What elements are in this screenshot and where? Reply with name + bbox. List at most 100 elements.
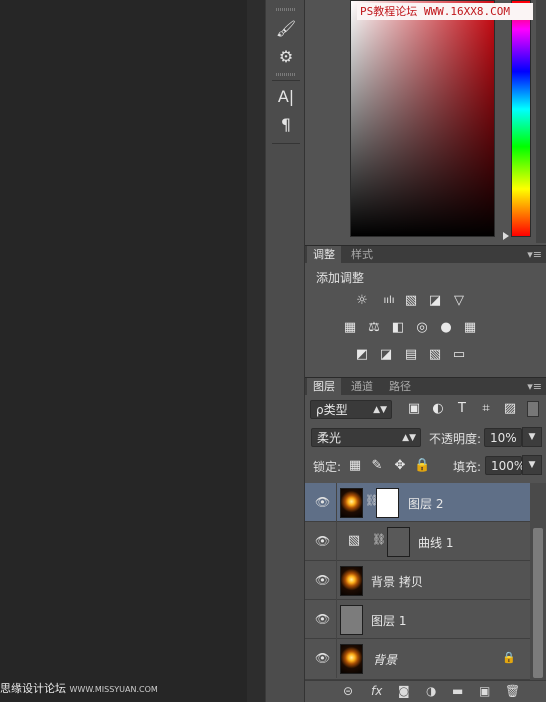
brightness-contrast-icon[interactable]: ☼ [354, 294, 370, 308]
tab-paths[interactable]: 路径 [383, 378, 417, 395]
layer-row[interactable]: 👁 ▧ ⛓ 曲线 1 [305, 522, 530, 561]
link-icon[interactable]: ⊝ [343, 684, 353, 698]
vibrance-icon[interactable]: ▽ [451, 294, 467, 308]
trash-icon[interactable]: 🗑 [505, 684, 520, 698]
layer-mask-thumbnail[interactable] [376, 488, 399, 518]
dock-grip[interactable] [276, 73, 296, 76]
chevron-down-icon: ▲▼ [373, 405, 387, 415]
layer-row[interactable]: 👁 背景 🔒 [305, 639, 530, 680]
layer-thumbnail [340, 566, 363, 596]
tab-layers[interactable]: 图层 [307, 378, 341, 395]
black-white-icon[interactable]: ◧ [390, 321, 406, 335]
group-icon[interactable]: ▬ [452, 684, 463, 698]
curves-adjustment-icon: ▧ [347, 533, 361, 548]
lock-transparent-icon[interactable]: ▦ [347, 459, 363, 473]
eye-icon[interactable]: 👁 [315, 495, 330, 509]
exposure-icon[interactable]: ◪ [427, 294, 443, 308]
opacity-dropdown-button[interactable]: ▼ [522, 427, 542, 447]
gradient-map-icon[interactable]: ▭ [451, 348, 467, 362]
tab-channels[interactable]: 通道 [345, 378, 379, 395]
hue-slider-marker[interactable] [503, 232, 509, 240]
filter-toggle-icon[interactable] [527, 401, 539, 417]
color-panel-scrollbar[interactable] [536, 0, 546, 243]
panel-menu-icon[interactable]: ▾≡ [527, 378, 542, 395]
hue-slider[interactable] [511, 0, 531, 237]
layer-name[interactable]: 曲线 1 [418, 534, 453, 551]
layer-row[interactable]: 👁 背景 拷贝 [305, 561, 530, 600]
eye-icon[interactable]: 👁 [315, 651, 330, 665]
chain-link-icon[interactable]: ⛓ [372, 533, 386, 546]
watermark-top: PS教程论坛 WWW.16XX8.COM [357, 3, 533, 20]
adjustment-filter-icon[interactable]: ◐ [430, 402, 446, 416]
opacity-input[interactable]: 10% [484, 428, 522, 447]
fill-value: 100% [491, 459, 526, 473]
layer-name[interactable]: 图层 1 [371, 612, 406, 629]
watermark-cn: 思缘设计论坛 [0, 682, 66, 695]
threshold-icon[interactable]: ▤ [403, 348, 419, 362]
layers-scrollbar-thumb[interactable] [533, 528, 543, 678]
document-canvas[interactable] [0, 0, 247, 702]
color-saturation-field[interactable] [350, 0, 495, 237]
tab-styles[interactable]: 样式 [345, 246, 379, 263]
layer-name[interactable]: 背景 [373, 651, 397, 668]
color-lookup-icon[interactable]: ▦ [462, 321, 478, 335]
hue-saturation-icon[interactable]: ▦ [342, 321, 358, 335]
layer-thumbnail [340, 644, 363, 674]
watermark-bottom: 思缘设计论坛 WWW.MISSYUAN.COM [0, 680, 158, 696]
panel-dock-strip: 🖌 ⚙ A| ¶ [265, 0, 305, 702]
mask-icon[interactable]: ◙ [398, 684, 410, 698]
eye-icon[interactable]: 👁 [315, 612, 330, 626]
fill-input[interactable]: 100% [485, 456, 526, 475]
opacity-value: 10% [490, 431, 517, 445]
levels-icon[interactable]: ıılı [378, 294, 400, 308]
invert-icon[interactable]: ◩ [354, 348, 370, 362]
layer-filter-select[interactable]: ρ类型 ▲▼ [310, 400, 392, 419]
adjustments-title: 添加调整 [316, 271, 365, 285]
eye-icon[interactable]: 👁 [315, 573, 330, 587]
divider [336, 522, 337, 561]
lock-icon: 🔒 [502, 651, 516, 664]
tab-adjustments[interactable]: 调整 [307, 246, 341, 263]
new-layer-icon[interactable]: ▣ [479, 684, 490, 698]
photo-filter-icon[interactable]: ◎ [414, 321, 430, 335]
divider [272, 143, 300, 144]
divider [336, 600, 337, 639]
layer-name[interactable]: 图层 2 [408, 495, 443, 512]
layer-mask-thumbnail[interactable] [387, 527, 410, 557]
paragraph-icon[interactable]: ¶ [274, 114, 298, 136]
lock-all-icon[interactable]: 🔒 [414, 459, 430, 473]
shape-filter-icon[interactable]: ⌗ [478, 402, 494, 416]
chevron-down-icon: ▲▼ [402, 433, 416, 443]
layer-row[interactable]: 👁 ⛓ 图层 2 [305, 483, 530, 522]
filter-label: ρ类型 [316, 403, 348, 417]
panel-menu-icon[interactable]: ▾≡ [527, 246, 542, 263]
selective-color-icon[interactable]: ▧ [427, 348, 443, 362]
type-filter-icon[interactable]: T [454, 402, 470, 416]
brush-settings-icon[interactable]: ⚙ [274, 46, 298, 68]
lock-image-icon[interactable]: ✎ [369, 459, 385, 473]
divider [272, 80, 300, 81]
pixel-filter-icon[interactable]: ▣ [406, 402, 422, 416]
color-balance-icon[interactable]: ⚖ [366, 321, 382, 335]
brushes-icon[interactable]: 🖌 [274, 18, 298, 40]
adjustment-icon[interactable]: ◑ [426, 684, 436, 698]
watermark-url: WWW.MISSYUAN.COM [69, 685, 158, 694]
layers-tabbar: 图层 通道 路径 ▾≡ [305, 377, 546, 395]
dock-grip[interactable] [276, 8, 296, 11]
divider [336, 561, 337, 600]
smart-object-filter-icon[interactable]: ▨ [502, 402, 518, 416]
eye-icon[interactable]: 👁 [315, 534, 330, 548]
divider [336, 639, 337, 678]
fx-icon[interactable]: fx [371, 684, 382, 698]
fill-dropdown-button[interactable]: ▼ [522, 455, 542, 475]
fill-label: 填充: [453, 460, 482, 474]
layer-thumbnail [340, 605, 363, 635]
layer-name[interactable]: 背景 拷贝 [371, 573, 423, 590]
curves-icon[interactable]: ▧ [403, 294, 419, 308]
channel-mixer-icon[interactable]: ● [438, 321, 454, 335]
layer-row[interactable]: 👁 图层 1 [305, 600, 530, 639]
blend-mode-select[interactable]: 柔光 ▲▼ [311, 428, 421, 447]
posterize-icon[interactable]: ◪ [378, 348, 394, 362]
character-icon[interactable]: A| [274, 86, 298, 108]
lock-position-icon[interactable]: ✥ [392, 459, 408, 473]
